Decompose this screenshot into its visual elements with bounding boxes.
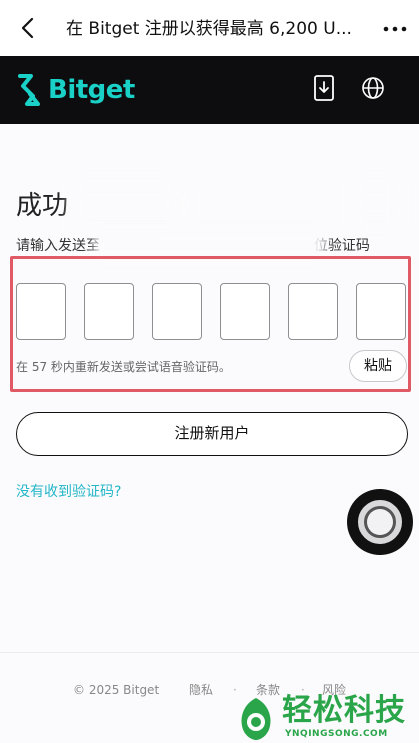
watermark-text: 轻松科技 — [282, 693, 406, 728]
paste-button[interactable]: 粘贴 — [349, 350, 407, 382]
globe-language-icon[interactable] — [361, 76, 385, 100]
page-title-bar: 在 Bitget 注册以获得最高 6,200 U... — [66, 19, 352, 39]
watermark-url: YNQINGSONG.COM — [285, 729, 388, 739]
bitget-logo-text: Bitget — [48, 75, 135, 105]
bitget-logo-icon — [18, 74, 40, 106]
top-nav-bar: 在 Bitget 注册以获得最高 6,200 U... — [0, 0, 419, 56]
otp-digit-input[interactable] — [288, 283, 338, 340]
brand-header: Bitget — [0, 56, 419, 124]
verification-title: 成功 — [16, 191, 69, 221]
download-app-icon[interactable] — [313, 74, 335, 102]
back-arrow-icon[interactable] — [16, 16, 40, 40]
instruction-start: 请输入发送至 — [16, 238, 100, 254]
more-options-icon[interactable] — [379, 12, 411, 44]
floating-button-core — [367, 509, 393, 535]
otp-digit-input[interactable] — [84, 283, 134, 340]
watermark-logo-icon — [241, 698, 271, 740]
footer-divider — [0, 652, 419, 653]
register-new-user-button[interactable]: 注册新用户 — [16, 412, 408, 456]
obscured-region — [350, 183, 400, 223]
otp-digit-input[interactable] — [220, 283, 270, 340]
footer-copyright: © 2025 Bitget — [73, 683, 160, 697]
resend-countdown: 在 57 秒内重新发送或尝试语音验证码。 — [16, 360, 231, 374]
site-watermark: 轻松科技 YNQINGSONG.COM — [232, 694, 419, 743]
no-code-received-link[interactable]: 没有收到验证码? — [16, 482, 121, 502]
otp-digit-input[interactable] — [152, 283, 202, 340]
bitget-logo[interactable]: Bitget — [16, 72, 135, 108]
footer-privacy-link[interactable]: 隐私 — [189, 681, 213, 699]
otp-digit-input[interactable] — [16, 283, 66, 340]
obscured-region — [70, 183, 180, 227]
otp-digit-input[interactable] — [356, 283, 406, 340]
floating-assistive-button[interactable] — [347, 489, 413, 555]
